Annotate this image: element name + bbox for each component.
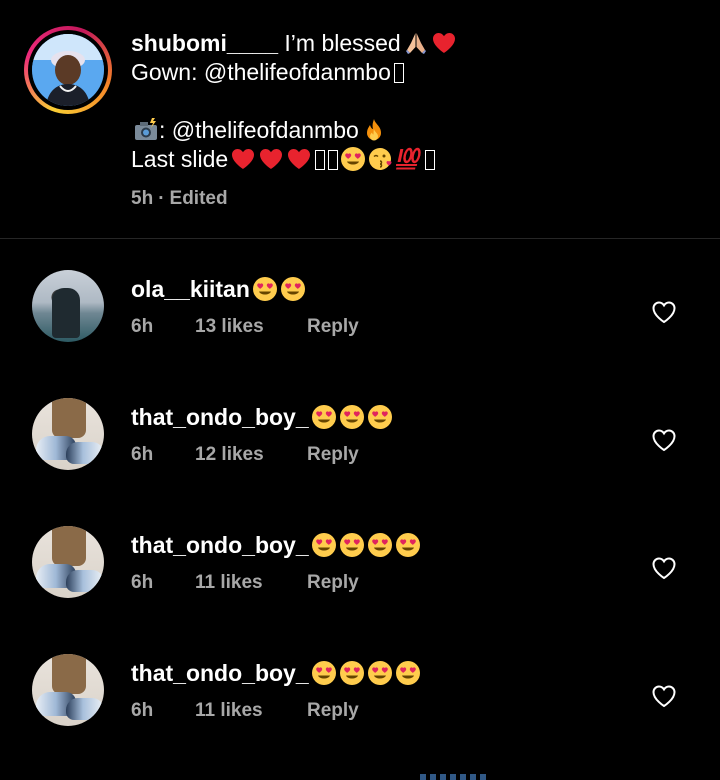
comment-item: that_ondo_boy_ 6h 11 likes Reply <box>0 496 720 624</box>
heart-eyes-icon <box>367 404 393 430</box>
meta-separator: · <box>158 188 165 209</box>
caption-line-4: Last slide <box>131 145 691 174</box>
heart-eyes-icon <box>367 532 393 558</box>
reply-button[interactable]: Reply <box>307 572 359 594</box>
caption-time: 5h <box>131 188 154 209</box>
avatar[interactable] <box>32 270 104 342</box>
like-heart-icon[interactable] <box>650 426 678 454</box>
caption-line-1: shubomi____ I’m blessed <box>131 29 691 58</box>
comment-username[interactable]: ola__kiitan <box>131 276 250 302</box>
comment-likes[interactable]: 11 likes <box>195 572 307 594</box>
comment-time: 6h <box>131 316 154 337</box>
heart-eyes-icon <box>280 276 306 302</box>
caption-username[interactable]: shubomi____ <box>131 30 278 56</box>
comment-likes[interactable]: 12 likes <box>195 444 307 466</box>
caption-line-3-text: : @thelifeofdanmbo <box>159 117 359 143</box>
heart-eyes-icon <box>311 404 337 430</box>
heart-eyes-icon <box>367 660 393 686</box>
folded-hands-icon <box>403 30 429 56</box>
caption-line-1-text: I’m blessed <box>278 30 401 56</box>
comment-item: that_ondo_boy_ 6h 12 likes Reply <box>0 368 720 496</box>
comment-username[interactable]: that_ondo_boy_ <box>131 660 309 686</box>
comment-username[interactable]: that_ondo_boy_ <box>131 532 309 558</box>
heart-eyes-icon <box>311 532 337 558</box>
comment-likes[interactable]: 11 likes <box>195 700 307 722</box>
fire-icon <box>361 117 387 143</box>
heart-eyes-icon <box>252 276 278 302</box>
missing-glyph-icon <box>425 150 436 170</box>
red-heart-icon <box>230 146 256 172</box>
comment-text: ola__kiitan <box>131 275 306 304</box>
caption-line-4-emojis <box>228 146 436 172</box>
caption-text: shubomi____ I’m blessed Gown: @thelifeof… <box>131 29 691 174</box>
comment-time: 6h <box>131 700 154 721</box>
like-heart-icon[interactable] <box>650 298 678 326</box>
comment-time: 6h <box>131 572 154 593</box>
comment-text: that_ondo_boy_ <box>131 659 421 688</box>
avatar[interactable] <box>32 398 104 470</box>
post-caption: shubomi____ I’m blessed Gown: @thelifeof… <box>0 0 720 239</box>
missing-glyph-icon <box>315 150 326 170</box>
heart-eyes-icon <box>339 404 365 430</box>
comment-meta: 6h 12 likes Reply <box>131 444 359 466</box>
comment-emojis <box>309 532 421 558</box>
comment-meta: 6h 11 likes Reply <box>131 700 359 722</box>
red-heart-icon <box>431 30 457 56</box>
like-heart-icon[interactable] <box>650 554 678 582</box>
red-heart-icon <box>286 146 312 172</box>
comment-meta: 6h 13 likes Reply <box>131 316 359 338</box>
missing-glyph-icon <box>328 150 339 170</box>
comment-text: that_ondo_boy_ <box>131 531 421 560</box>
comment-emojis <box>309 404 393 430</box>
comment-item: that_ondo_boy_ 6h 11 likes Reply <box>0 624 720 752</box>
heart-eyes-icon <box>339 532 365 558</box>
heart-eyes-icon <box>339 660 365 686</box>
comment-likes[interactable]: 13 likes <box>195 316 307 338</box>
avatar[interactable] <box>32 526 104 598</box>
heart-eyes-icon <box>395 532 421 558</box>
comments-screen: shubomi____ I’m blessed Gown: @thelifeof… <box>0 0 720 780</box>
hundred-points-icon <box>396 146 422 172</box>
comment-time: 6h <box>131 444 154 465</box>
caption-line-2-text: Gown: @thelifeofdanmbo <box>131 59 391 85</box>
camera-flash-icon <box>133 117 159 143</box>
reply-button[interactable]: Reply <box>307 700 359 722</box>
heart-eyes-icon <box>395 660 421 686</box>
caption-author-avatar[interactable] <box>24 26 112 114</box>
caption-line-4-text: Last slide <box>131 146 229 172</box>
missing-glyph-icon <box>393 63 404 83</box>
comment-emojis <box>250 276 306 302</box>
comment-username[interactable]: that_ondo_boy_ <box>131 404 309 430</box>
comment-emojis <box>309 660 421 686</box>
face-blowing-kiss-icon <box>368 146 394 172</box>
caption-edited-label: Edited <box>169 188 228 209</box>
heart-eyes-icon <box>340 146 366 172</box>
avatar[interactable] <box>32 654 104 726</box>
caption-line-1-emojis <box>401 30 457 56</box>
heart-eyes-icon <box>311 660 337 686</box>
like-heart-icon[interactable] <box>650 682 678 710</box>
avatar-photo <box>32 34 104 106</box>
caption-line-2: Gown: @thelifeofdanmbo <box>131 58 691 87</box>
comment-meta: 6h 11 likes Reply <box>131 572 359 594</box>
comment-text: that_ondo_boy_ <box>131 403 393 432</box>
reply-button[interactable]: Reply <box>307 316 359 338</box>
caption-meta: 5h · Edited <box>131 188 228 210</box>
caption-line-3: : @thelifeofdanmbo <box>131 116 691 145</box>
reply-button[interactable]: Reply <box>307 444 359 466</box>
next-avatar-peek <box>420 774 490 780</box>
comment-item: ola__kiitan 6h 13 likes Reply <box>0 240 720 368</box>
red-heart-icon <box>258 146 284 172</box>
